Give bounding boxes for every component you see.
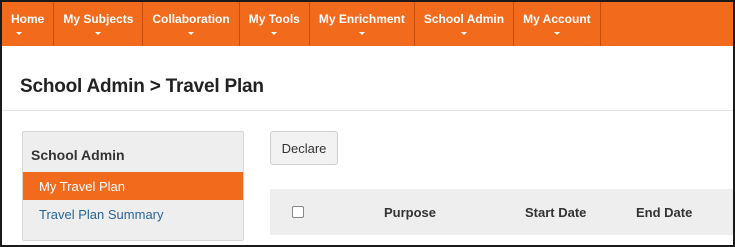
- nav-collaboration-label: Collaboration: [152, 12, 230, 26]
- sidebar-item-label: Travel Plan Summary: [39, 206, 164, 222]
- nav-my-account-label: My Account: [523, 12, 591, 26]
- sidebar-item-label: My Travel Plan: [39, 178, 125, 194]
- select-all-checkbox[interactable]: [292, 206, 304, 218]
- caret-down-icon: [16, 32, 22, 35]
- nav-collaboration[interactable]: Collaboration: [143, 2, 240, 46]
- nav-school-admin[interactable]: School Admin: [415, 2, 515, 46]
- caret-down-icon: [188, 32, 195, 35]
- nav-my-enrichment[interactable]: My Enrichment: [310, 2, 415, 46]
- top-navigation: Home My Subjects Collaboration My Tools …: [2, 2, 733, 46]
- nav-my-subjects-label: My Subjects: [63, 12, 134, 26]
- nav-my-account[interactable]: My Account: [514, 2, 601, 46]
- column-header-purpose[interactable]: Purpose: [384, 189, 436, 235]
- nav-my-enrichment-label: My Enrichment: [318, 12, 405, 26]
- caret-down-icon: [553, 32, 560, 35]
- sidebar-item-my-travel-plan[interactable]: My Travel Plan: [23, 172, 243, 200]
- sidebar-panel: School Admin My Travel Plan Travel Plan …: [22, 131, 244, 241]
- nav-home[interactable]: Home: [2, 2, 55, 46]
- nav-my-tools[interactable]: My Tools: [240, 2, 310, 46]
- caret-down-icon: [95, 32, 102, 35]
- table-header-row: Purpose Start Date End Date: [270, 189, 733, 235]
- caret-down-icon: [271, 32, 278, 35]
- nav-school-admin-label: School Admin: [423, 12, 505, 26]
- app-frame: Home My Subjects Collaboration My Tools …: [0, 0, 735, 247]
- sidebar-item-travel-plan-summary[interactable]: Travel Plan Summary: [23, 200, 243, 228]
- nav-my-tools-label: My Tools: [248, 12, 300, 26]
- nav-home-label: Home: [11, 12, 45, 26]
- page-title: School Admin > Travel Plan: [20, 76, 264, 97]
- select-all-cell: [292, 189, 304, 235]
- nav-my-subjects[interactable]: My Subjects: [54, 2, 144, 46]
- column-header-start-date[interactable]: Start Date: [525, 189, 586, 235]
- sidebar-title: School Admin: [31, 147, 125, 163]
- caret-down-icon: [460, 32, 467, 35]
- heading-divider: [2, 110, 733, 111]
- column-header-end-date[interactable]: End Date: [636, 189, 692, 235]
- caret-down-icon: [358, 32, 365, 35]
- declare-button[interactable]: Declare: [270, 131, 338, 165]
